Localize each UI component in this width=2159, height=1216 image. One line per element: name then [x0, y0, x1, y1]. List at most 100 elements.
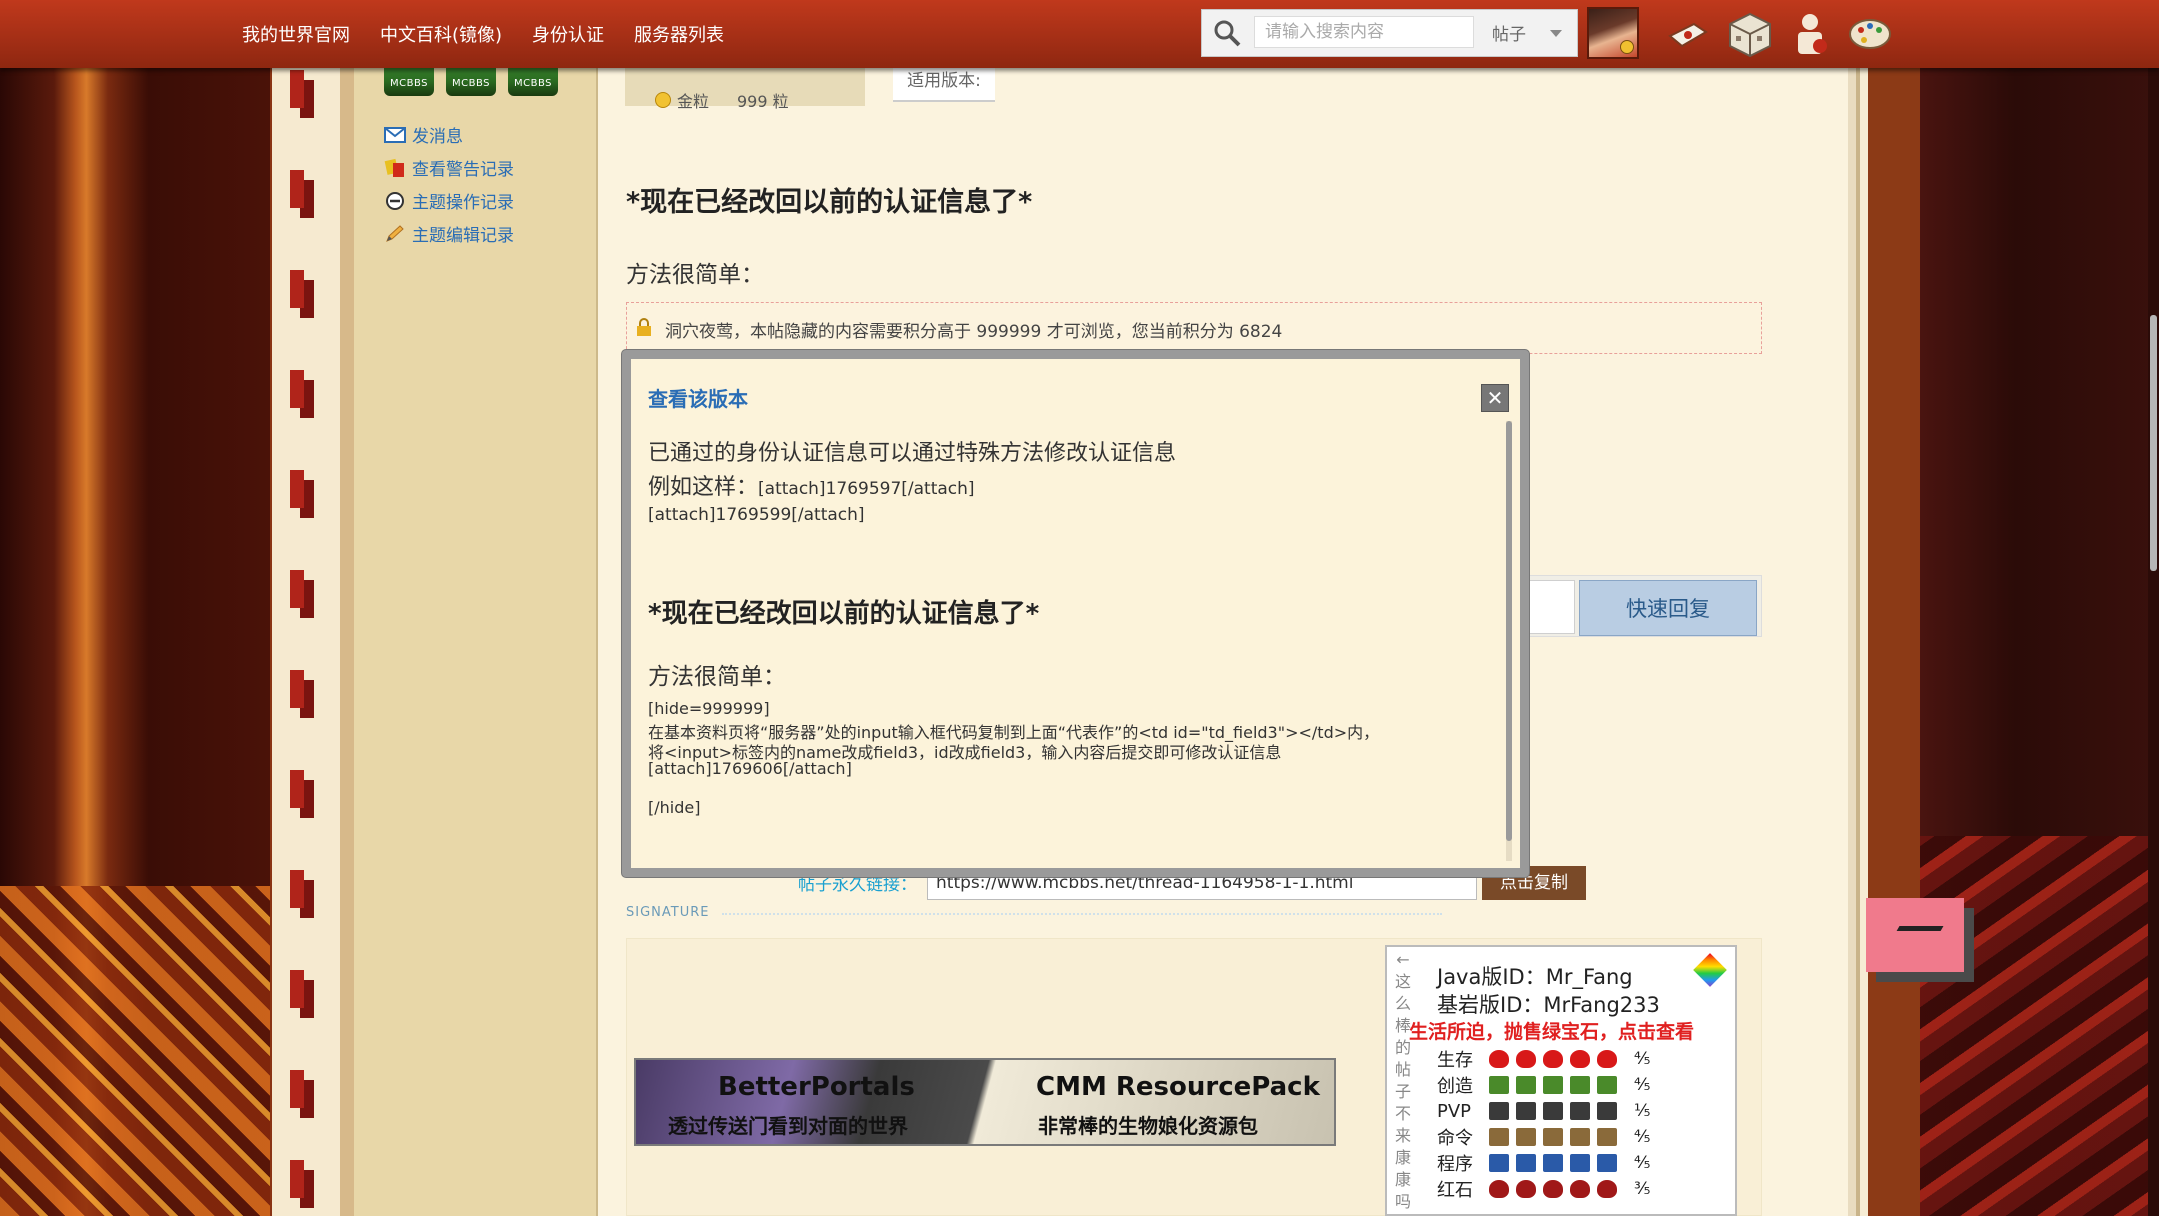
modal-scroll-thumb[interactable]	[1506, 421, 1512, 841]
search-icon[interactable]	[1212, 18, 1242, 48]
pickaxe-icon	[1489, 1076, 1509, 1094]
heart-icon	[1543, 1050, 1563, 1068]
pencil-icon	[386, 224, 404, 242]
banner-title-betterportals: BetterPortals	[718, 1072, 915, 1102]
modal-attach-code: [attach]1769599[/attach]	[648, 505, 865, 525]
right-border	[1848, 60, 1920, 1216]
stat-label: 生存	[1437, 1050, 1473, 1071]
nav-link-minecraft-official[interactable]: 我的世界官网	[242, 21, 350, 47]
command-block-icon	[1543, 1128, 1563, 1146]
vertical-promo-text: ←这么棒的帖子不来康康吗	[1394, 950, 1411, 1211]
modal-method-text: 方法很简单：	[648, 664, 786, 690]
user-avatar[interactable]	[1587, 7, 1639, 59]
palette-icon[interactable]	[1846, 10, 1894, 58]
java-id: Java版ID：Mr_Fang	[1437, 965, 1633, 989]
notification-dot-icon	[1620, 40, 1634, 54]
nav-links: 我的世界官网 中文百科(镜像) 身份认证 服务器列表	[242, 0, 724, 68]
redstone-icon	[1543, 1180, 1563, 1198]
page-scrollbar[interactable]	[2148, 0, 2159, 1216]
modal-scrollbar[interactable]	[1506, 421, 1512, 861]
redstone-icon	[1597, 1180, 1617, 1198]
command-block-icon	[1597, 1128, 1617, 1146]
heart-icon	[1516, 1050, 1536, 1068]
quick-reply-button[interactable]: 快速回复	[1579, 580, 1757, 636]
emerald-sale-link[interactable]: 生活所迫，抛售绿宝石，点击查看	[1409, 1017, 1694, 1044]
modal-title: 查看该版本	[648, 387, 748, 411]
book-icon	[1543, 1154, 1563, 1172]
search-type-select[interactable]: 帖子	[1492, 20, 1526, 45]
modal-body: 已通过的身份认证信息可以通过特殊方法修改认证信息 例如这样：[attach]17…	[648, 417, 1488, 867]
view-warnings-link[interactable]: 查看警告记录	[384, 151, 514, 184]
hidden-content-notice: 洞穴夜莺，本帖隐藏的内容需要积分高于 999999 才可浏览，您当前积分为 68…	[626, 302, 1762, 354]
stat-score: ⁴⁄₅	[1634, 1127, 1651, 1147]
chevron-down-icon[interactable]	[1550, 30, 1562, 37]
coin-icon	[655, 92, 671, 108]
stat-label: 程序	[1437, 1154, 1473, 1175]
modal-example-lead: 例如这样：	[648, 475, 759, 500]
thread-action-log-link[interactable]: 主题操作记录	[384, 184, 514, 217]
command-block-icon	[1489, 1128, 1509, 1146]
signature-divider	[722, 913, 1442, 915]
rainbow-flag-icon	[1693, 953, 1727, 987]
stat-row: 生存 ⁴⁄₅	[1437, 1047, 1650, 1071]
warning-cards-icon	[384, 158, 404, 177]
modal-heading: *现在已经改回以前的认证信息了*	[648, 599, 1040, 629]
view-version-modal: 查看该版本 ✕ 已通过的身份认证信息可以通过特殊方法修改认证信息 例如这样：[a…	[622, 350, 1529, 877]
close-icon[interactable]: ✕	[1481, 384, 1509, 412]
modal-attach-code: [attach]1769606[/attach]	[648, 759, 852, 778]
stat-label: 命令	[1437, 1128, 1473, 1149]
pickaxe-icon	[1543, 1076, 1563, 1094]
stat-score: ⁴⁄₅	[1634, 1075, 1651, 1095]
book-icon	[1597, 1154, 1617, 1172]
heart-icon	[1489, 1050, 1509, 1068]
thread-edit-log-link[interactable]: 主题编辑记录	[384, 217, 514, 250]
player-stat-card[interactable]: ←这么棒的帖子不来康康吗 Java版ID：Mr_Fang 基岩版ID：MrFan…	[1385, 945, 1737, 1216]
book-icon	[1489, 1154, 1509, 1172]
stat-row: PVP ¹⁄₅	[1437, 1099, 1650, 1123]
redstone-icon	[1489, 1180, 1509, 1198]
heart-icon	[1570, 1050, 1590, 1068]
sword-icon	[1516, 1102, 1536, 1120]
nav-link-identity-verification[interactable]: 身份认证	[532, 21, 604, 47]
send-message-link[interactable]: 发消息	[384, 118, 514, 151]
lava-pattern	[0, 886, 270, 1216]
sword-icon	[1543, 1102, 1563, 1120]
sidebar-links: 发消息 查看警告记录 主题操作记录 主题编辑记录	[384, 118, 514, 250]
banner-subtitle-cmm: 非常棒的生物娘化资源包	[1038, 1114, 1258, 1138]
coin-label: 金粒	[677, 92, 710, 111]
modal-hide-close: [/hide]	[648, 798, 701, 817]
ticket-icon[interactable]	[1664, 10, 1712, 58]
coin-value: 999 粒	[737, 92, 789, 111]
pickaxe-icon	[1597, 1076, 1617, 1094]
pink-creature-decoration	[1866, 898, 1964, 972]
signature-banner[interactable]: BetterPortals 透过传送门看到对面的世界 CMM ResourceP…	[634, 1058, 1336, 1146]
command-block-icon	[1570, 1128, 1590, 1146]
stat-label: PVP	[1437, 1100, 1472, 1122]
circle-minus-icon	[386, 191, 404, 210]
modal-hide-open: [hide=999999]	[648, 699, 770, 718]
post-heading: *现在已经改回以前的认证信息了*	[626, 187, 1033, 218]
bedrock-id: 基岩版ID：MrFang233	[1437, 993, 1660, 1017]
banner-subtitle-betterportals: 透过传送门看到对面的世界	[668, 1114, 908, 1138]
left-decoration	[272, 60, 354, 1216]
signature-label: SIGNATURE	[626, 905, 710, 920]
sidebar-link-label: 主题操作记录	[412, 193, 514, 213]
stat-row: 创造 ⁴⁄₅	[1437, 1073, 1650, 1097]
nav-link-wiki-mirror[interactable]: 中文百科(镜像)	[380, 21, 502, 47]
page-scroll-thumb[interactable]	[2150, 315, 2157, 571]
sword-icon	[1570, 1102, 1590, 1120]
stat-row: 命令 ⁴⁄₅	[1437, 1125, 1650, 1149]
stat-score: ³⁄₅	[1634, 1179, 1651, 1199]
applicable-version-tab[interactable]: 适用版本:	[893, 66, 995, 102]
nav-link-server-list[interactable]: 服务器列表	[634, 21, 724, 47]
nether-background-left	[0, 0, 270, 1216]
user-profile-icon[interactable]	[1786, 10, 1834, 58]
book-icon	[1570, 1154, 1590, 1172]
sidebar-link-label: 发消息	[412, 127, 463, 147]
crafting-block-icon[interactable]	[1726, 10, 1774, 58]
banner-title-cmm: CMM ResourcePack	[1036, 1072, 1320, 1102]
pickaxe-icon	[1570, 1076, 1590, 1094]
envelope-icon	[384, 126, 406, 143]
stat-score: ⁴⁄₅	[1634, 1153, 1651, 1173]
search-input[interactable]	[1254, 16, 1474, 48]
